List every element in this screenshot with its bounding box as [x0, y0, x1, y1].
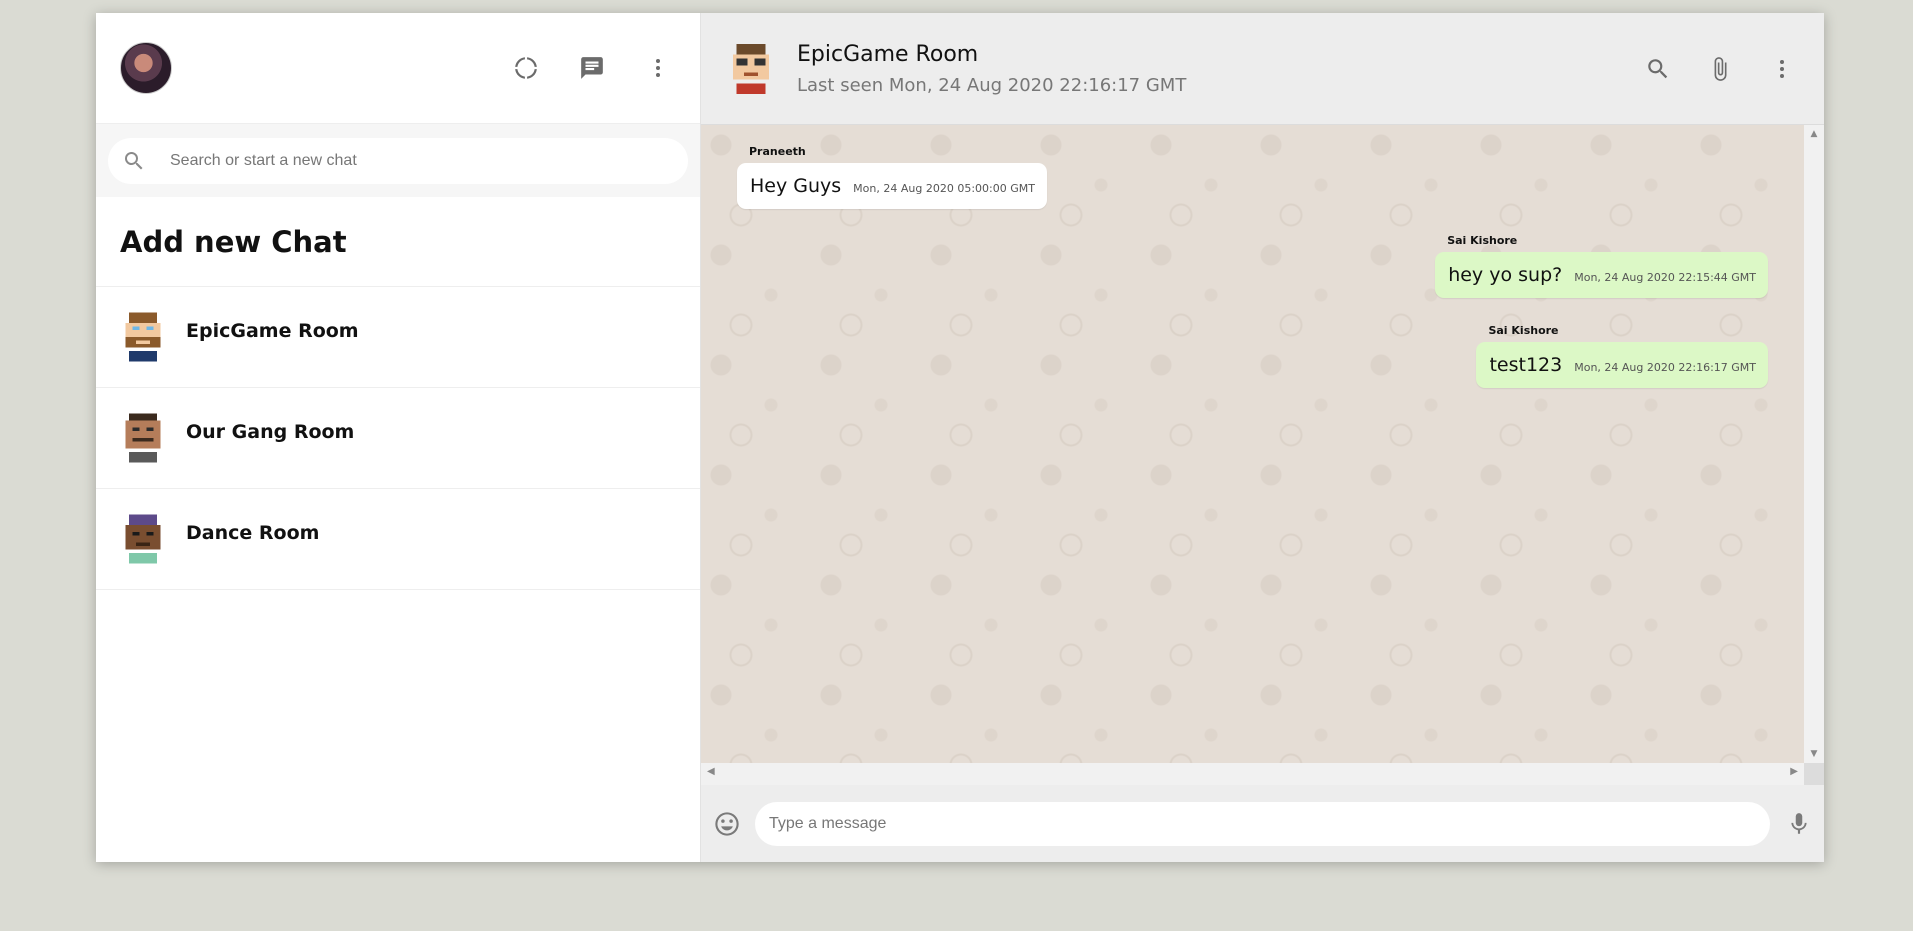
message-time: Mon, 24 Aug 2020 22:16:17 GMT — [1574, 361, 1756, 374]
room-item-our-gang[interactable]: Our Gang Room — [96, 388, 700, 489]
message-text: hey yo sup? — [1448, 264, 1563, 286]
message-text: test123 — [1489, 354, 1563, 376]
chat-avatar-icon[interactable] — [729, 43, 773, 94]
room-avatar-icon — [125, 514, 161, 564]
message-author: Praneeth — [749, 145, 806, 158]
chat-header-icons — [1636, 47, 1804, 91]
scroll-down-icon[interactable]: ▼ — [1804, 749, 1824, 759]
app-window: Add new Chat EpicGame Room Our — [96, 13, 1824, 862]
message-text: Hey Guys — [750, 175, 842, 197]
add-new-chat-label: Add new Chat — [120, 224, 347, 259]
emoji-icon[interactable] — [713, 810, 741, 838]
message-incoming: Praneeth Hey Guys Mon, 24 Aug 2020 05:00… — [737, 145, 1047, 209]
room-avatar-icon — [125, 413, 161, 463]
scrollbar-corner — [1804, 763, 1824, 785]
room-item-dance[interactable]: Dance Room — [96, 489, 700, 590]
message-bubble: hey yo sup? Mon, 24 Aug 2020 22:15:44 GM… — [1435, 252, 1768, 298]
sidebar-header-icons — [504, 46, 680, 90]
search-box — [108, 137, 688, 184]
status-icon[interactable] — [504, 46, 548, 90]
message-bubble: Hey Guys Mon, 24 Aug 2020 05:00:00 GMT — [737, 163, 1047, 209]
scroll-right-icon[interactable]: ▶ — [1790, 766, 1798, 777]
message-outgoing: Sai Kishore hey yo sup? Mon, 24 Aug 2020… — [1435, 234, 1768, 298]
add-new-chat[interactable]: Add new Chat — [96, 197, 700, 287]
scroll-up-icon[interactable]: ▲ — [1804, 129, 1824, 139]
user-avatar[interactable] — [120, 42, 172, 94]
search-icon — [125, 151, 143, 169]
mic-icon[interactable] — [1786, 811, 1812, 837]
chat-header: EpicGame Room Last seen Mon, 24 Aug 2020… — [701, 13, 1824, 125]
room-avatar-icon — [125, 312, 161, 362]
last-seen: Last seen Mon, 24 Aug 2020 22:16:17 GMT — [797, 74, 1187, 96]
scroll-left-icon[interactable]: ◀ — [707, 766, 715, 777]
chat-body[interactable]: Praneeth Hey Guys Mon, 24 Aug 2020 05:00… — [701, 125, 1804, 763]
chat-title: EpicGame Room — [797, 41, 979, 67]
message-input-box — [755, 801, 1770, 846]
chat-header-info: EpicGame Room Last seen Mon, 24 Aug 2020… — [797, 42, 1636, 96]
room-item-epicgame[interactable]: EpicGame Room — [96, 287, 700, 388]
more-vert-icon[interactable] — [636, 46, 680, 90]
chat-footer — [701, 785, 1824, 862]
horizontal-scrollbar[interactable]: ◀ ▶ — [701, 763, 1804, 785]
message-author: Sai Kishore — [1488, 324, 1559, 337]
more-vert-icon[interactable] — [1760, 47, 1804, 91]
message-bubble: test123 Mon, 24 Aug 2020 22:16:17 GMT — [1476, 342, 1768, 388]
message-time: Mon, 24 Aug 2020 05:00:00 GMT — [853, 182, 1035, 195]
message-author: Sai Kishore — [1447, 234, 1518, 247]
chat-body-wrapper: Praneeth Hey Guys Mon, 24 Aug 2020 05:00… — [701, 125, 1824, 785]
room-name: Dance Room — [186, 522, 320, 544]
new-chat-icon[interactable] — [570, 46, 614, 90]
chat-panel: EpicGame Room Last seen Mon, 24 Aug 2020… — [701, 13, 1824, 862]
vertical-scrollbar[interactable]: ▲ ▼ — [1804, 125, 1824, 763]
sidebar-header — [96, 13, 700, 123]
search-icon[interactable] — [1636, 47, 1680, 91]
message-outgoing: Sai Kishore test123 Mon, 24 Aug 2020 22:… — [1476, 324, 1768, 388]
room-name: Our Gang Room — [186, 421, 355, 443]
message-input[interactable] — [767, 813, 1758, 834]
sidebar: Add new Chat EpicGame Room Our — [96, 13, 701, 862]
search-container — [96, 123, 700, 197]
room-name: EpicGame Room — [186, 320, 359, 342]
message-time: Mon, 24 Aug 2020 22:15:44 GMT — [1574, 271, 1756, 284]
search-input[interactable] — [168, 150, 674, 171]
attach-icon[interactable] — [1698, 47, 1742, 91]
